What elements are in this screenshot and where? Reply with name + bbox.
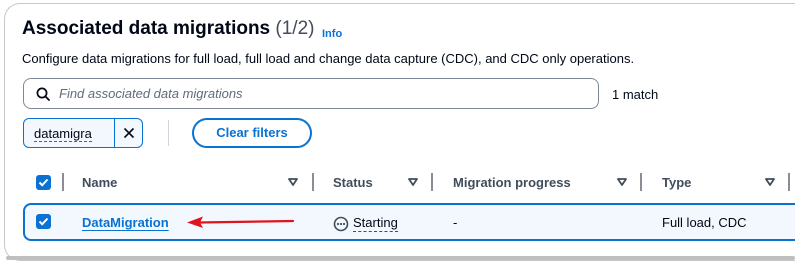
- migration-name-link[interactable]: DataMigration: [82, 215, 169, 230]
- sort-caret-icon[interactable]: [765, 178, 775, 186]
- filter-divider: [168, 120, 169, 146]
- status-text: Starting: [353, 215, 398, 232]
- row-checkbox[interactable]: [36, 214, 51, 229]
- panel-description: Configure data migrations for full load,…: [22, 51, 635, 66]
- column-separator: [431, 173, 433, 191]
- column-header-status[interactable]: Status: [333, 175, 373, 190]
- sort-caret-icon[interactable]: [617, 178, 627, 186]
- select-all-checkbox[interactable]: [36, 175, 51, 190]
- column-separator: [62, 173, 64, 191]
- column-separator: [640, 173, 642, 191]
- match-count: 1 match: [612, 87, 659, 102]
- info-link[interactable]: Info: [322, 28, 342, 40]
- in-progress-icon: [333, 216, 349, 231]
- column-header-migration-progress[interactable]: Migration progress: [453, 175, 571, 190]
- search-icon: [36, 87, 50, 101]
- search-field[interactable]: [23, 78, 599, 109]
- status-indicator[interactable]: Starting: [333, 215, 398, 232]
- column-header-name[interactable]: Name: [82, 175, 117, 190]
- panel-title: Associated data migrations (1/2): [22, 18, 315, 39]
- column-separator: [788, 173, 790, 191]
- sort-caret-icon[interactable]: [408, 178, 418, 186]
- close-icon: [123, 127, 134, 139]
- column-separator: [312, 173, 314, 191]
- scrollbar-track[interactable]: [6, 256, 795, 260]
- selection-count: (1/2): [275, 18, 315, 39]
- migration-progress-cell: -: [453, 215, 458, 230]
- filter-token-dismiss-button[interactable]: [114, 119, 142, 147]
- sort-caret-icon[interactable]: [288, 178, 298, 186]
- checkmark-icon: [38, 178, 49, 187]
- filter-token: datamigra: [23, 118, 143, 148]
- migration-type-cell: Full load, CDC: [662, 215, 747, 230]
- annotation-arrow-icon: [187, 216, 295, 228]
- checkmark-icon: [38, 217, 49, 226]
- filter-token-label: datamigra: [34, 126, 92, 142]
- column-header-type[interactable]: Type: [662, 175, 691, 190]
- clear-filters-button[interactable]: Clear filters: [192, 118, 312, 148]
- search-input[interactable]: [59, 86, 579, 101]
